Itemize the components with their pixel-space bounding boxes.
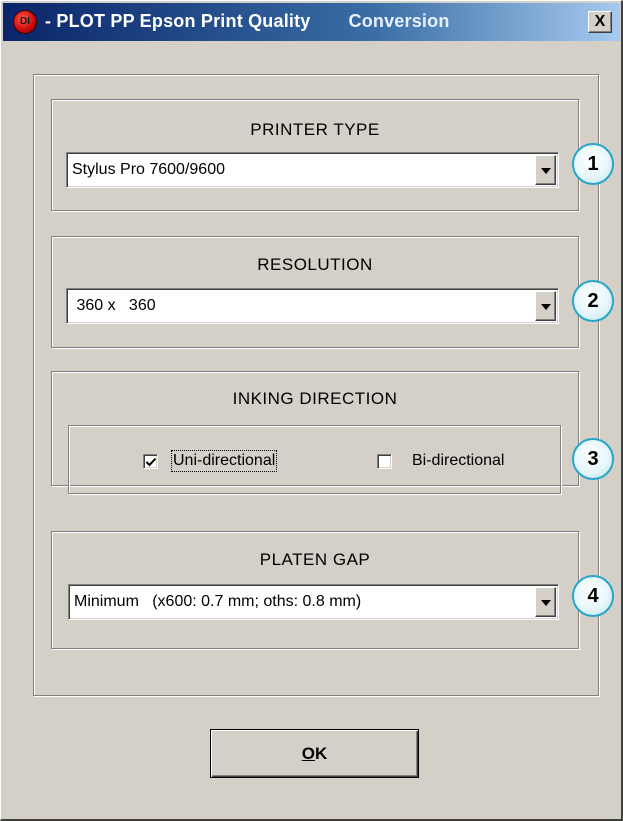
callout-badge-2: 2 (572, 280, 614, 322)
printer-type-label: PRINTER TYPE (250, 120, 380, 139)
inking-direction-label: INKING DIRECTION (232, 389, 398, 408)
platen-gap-value: Minimum (x600: 0.7 mm; oths: 0.8 mm) (74, 593, 362, 610)
checkmark-icon (145, 457, 157, 467)
close-button[interactable]: X (588, 11, 612, 33)
chevron-down-icon[interactable] (535, 587, 556, 617)
window-title-suffix: Conversion (348, 11, 450, 31)
bi-directional-checkbox[interactable] (377, 454, 392, 469)
window-title: - PLOT PP Epson Print Quality Conversion (45, 11, 450, 31)
platen-gap-select[interactable]: Minimum (x600: 0.7 mm; oths: 0.8 mm) (68, 584, 559, 620)
dialog-window: DI - PLOT PP Epson Print Quality Conversi… (0, 0, 623, 821)
resolution-select[interactable]: 360 x 360 (66, 288, 559, 324)
platen-gap-label: PLATEN GAP (259, 550, 371, 569)
uni-directional-label[interactable]: Uni-directional (170, 450, 278, 472)
callout-badge-4: 4 (572, 575, 614, 617)
chevron-down-icon[interactable] (535, 155, 556, 185)
printer-type-select[interactable]: Stylus Pro 7600/9600 (66, 152, 559, 188)
resolution-value: 360 x 360 (72, 297, 156, 314)
ok-button[interactable]: OK (210, 729, 419, 778)
chevron-down-icon[interactable] (535, 291, 556, 321)
uni-directional-checkbox[interactable] (143, 454, 158, 469)
callout-badge-1: 1 (572, 143, 614, 185)
callout-badge-3: 3 (572, 438, 614, 480)
ok-mnemonic: O (301, 744, 315, 763)
ok-label-rest: K (314, 744, 328, 763)
printer-type-value: Stylus Pro 7600/9600 (72, 161, 225, 178)
bi-directional-label[interactable]: Bi-directional (412, 452, 504, 470)
title-bar[interactable]: DI - PLOT PP Epson Print Quality Conversi… (3, 3, 620, 41)
app-logo-icon: DI (13, 10, 37, 34)
resolution-label: RESOLUTION (257, 255, 373, 274)
close-icon: X (594, 13, 606, 30)
